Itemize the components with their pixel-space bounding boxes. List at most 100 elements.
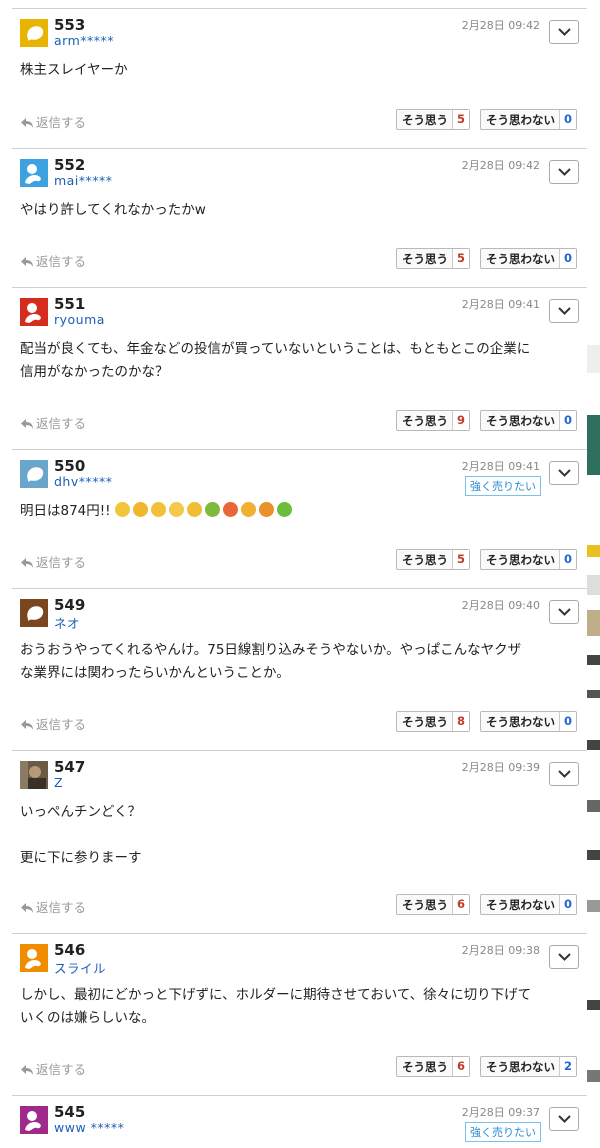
comment-body: 配当が良くても、年金などの投信が買っていないということは、もともとこの企業に 信用… (20, 338, 579, 384)
agree-button[interactable]: そう思う 8 (396, 711, 470, 732)
avatar[interactable] (20, 944, 48, 972)
post-menu-button[interactable] (549, 600, 579, 624)
reply-button[interactable]: 返信する (20, 1059, 86, 1078)
reply-button[interactable]: 返信する (20, 552, 86, 571)
post-date: 2月28日 09:40 (461, 599, 540, 612)
avatar[interactable] (20, 298, 48, 326)
username-link[interactable]: www ***** (54, 1120, 124, 1135)
avatar[interactable] (20, 159, 48, 187)
grimace-emoji-icon (168, 502, 184, 517)
comment-post: 553 arm***** 2月28日 09:42 株主スレイヤーか 返信する そう思う 5 そ… (12, 8, 587, 148)
reply-button[interactable]: 返信する (20, 413, 86, 432)
agree-count: 5 (452, 110, 469, 129)
comment-line: 更に下に参りまーす (20, 850, 142, 866)
reply-label: 返信する (36, 900, 87, 915)
comment-number[interactable]: 547 (54, 758, 85, 776)
post-date: 2月28日 09:41 (461, 298, 540, 311)
avatar[interactable] (20, 761, 48, 789)
post-menu-button[interactable] (549, 461, 579, 485)
comment-body: やはり許してくれなかったかw (20, 199, 579, 222)
agree-label: そう思う (402, 553, 448, 567)
avatar[interactable] (20, 599, 48, 627)
disagree-button[interactable]: そう思わない 0 (480, 109, 577, 130)
disagree-button[interactable]: そう思わない 0 (480, 410, 577, 431)
avatar[interactable] (20, 19, 48, 47)
comment-line: いくのは嫌らしいな。 (20, 1010, 155, 1026)
vote-buttons: そう思う 6 そう思わない 0 (396, 894, 577, 915)
smile-emoji-icon (186, 502, 202, 517)
comment-number[interactable]: 551 (54, 295, 85, 313)
vote-buttons: そう思う 5 そう思わない 0 (396, 109, 577, 130)
comment-number[interactable]: 550 (54, 457, 85, 475)
grin-emoji-icon (114, 502, 130, 517)
agree-button[interactable]: そう思う 5 (396, 109, 470, 130)
avatar[interactable] (20, 460, 48, 488)
comment-number[interactable]: 545 (54, 1103, 85, 1121)
disagree-label: そう思わない (486, 414, 555, 428)
comment-line: 明日は874円!! (20, 503, 111, 519)
username-link[interactable]: mai***** (54, 173, 113, 188)
reply-button[interactable]: 返信する (20, 897, 86, 916)
agree-button[interactable]: そう思う 5 (396, 248, 470, 269)
reply-button[interactable]: 返信する (20, 251, 86, 270)
comment-post: 551 ryouma 2月28日 09:41 配当が良くても、年金などの投信が買ってい… (12, 287, 587, 449)
disagree-button[interactable]: そう思わない 0 (480, 711, 577, 732)
reply-label: 返信する (36, 717, 87, 732)
comment-line: おうおうやってくれるやんけ。75日線割り込みそうやないか。やっぱこんなヤクザ (20, 642, 522, 658)
post-date: 2月28日 09:38 (461, 944, 540, 957)
right-edge-rail (587, 0, 600, 1148)
disagree-label: そう思わない (486, 715, 555, 729)
post-date: 2月28日 09:42 (461, 19, 540, 32)
rofl-emoji-icon (132, 502, 148, 517)
vote-buttons: そう思う 9 そう思わない 0 (396, 410, 577, 431)
agree-count: 6 (452, 1057, 469, 1076)
agree-button[interactable]: そう思う 5 (396, 549, 470, 570)
disagree-count: 0 (559, 110, 576, 129)
comment-number[interactable]: 553 (54, 16, 85, 34)
agree-button[interactable]: そう思う 9 (396, 410, 470, 431)
disagree-button[interactable]: そう思わない 0 (480, 894, 577, 915)
disagree-count: 0 (559, 550, 576, 569)
reply-button[interactable]: 返信する (20, 112, 86, 131)
comment-body: しかし、最初にどかっと下げずに、ホルダーに期待させておいて、徐々に切り下げて いく… (20, 984, 579, 1030)
avatar[interactable] (20, 1106, 48, 1134)
username-link[interactable]: スライル (54, 958, 106, 977)
agree-button[interactable]: そう思う 6 (396, 1056, 470, 1077)
vote-buttons: そう思う 6 そう思わない 2 (396, 1056, 577, 1077)
post-date: 2月28日 09:41 (461, 460, 540, 473)
post-menu-button[interactable] (549, 20, 579, 44)
disagree-button[interactable]: そう思わない 2 (480, 1056, 577, 1077)
vote-buttons: そう思う 5 そう思わない 0 (396, 248, 577, 269)
comment-post: 546 スライル 2月28日 09:38 しかし、最初にどかっと下げずに、ホルダーに期… (12, 933, 587, 1095)
username-link[interactable]: dhv***** (54, 474, 113, 489)
agree-button[interactable]: そう思う 6 (396, 894, 470, 915)
post-menu-button[interactable] (549, 762, 579, 786)
disagree-button[interactable]: そう思わない 0 (480, 248, 577, 269)
username-link[interactable]: Z (54, 775, 63, 790)
disagree-count: 2 (559, 1057, 576, 1076)
disagree-label: そう思わない (486, 1060, 555, 1074)
disagree-count: 0 (559, 712, 576, 731)
disagree-label: そう思わない (486, 113, 555, 127)
reply-button[interactable]: 返信する (20, 714, 86, 733)
comment-number[interactable]: 546 (54, 941, 85, 959)
post-menu-button[interactable] (549, 945, 579, 969)
reply-arrow-icon (20, 1062, 36, 1077)
comment-number[interactable]: 552 (54, 156, 85, 174)
username-link[interactable]: ryouma (54, 312, 105, 327)
comment-line: 株主スレイヤーか (20, 62, 128, 78)
comment-feed: 553 arm***** 2月28日 09:42 株主スレイヤーか 返信する そう思う 5 そ… (12, 8, 587, 1148)
comment-line: やはり許してくれなかったかw (20, 202, 206, 218)
username-link[interactable]: ネオ (54, 613, 80, 632)
comment-line: いっぺんチンどく？ (20, 804, 142, 820)
comment-number[interactable]: 549 (54, 596, 85, 614)
comment-body: おうおうやってくれるやんけ。75日線割り込みそうやないか。やっぱこんなヤクザ な業… (20, 639, 579, 685)
post-menu-button[interactable] (549, 1107, 579, 1131)
post-menu-button[interactable] (549, 160, 579, 184)
heart-eyes-emoji-icon (240, 502, 256, 517)
post-menu-button[interactable] (549, 299, 579, 323)
username-link[interactable]: arm***** (54, 33, 114, 48)
comment-body: 株主スレイヤーか (20, 59, 579, 82)
comment-line: しかし、最初にどかっと下げずに、ホルダーに期待させておいて、徐々に切り下げて (20, 987, 532, 1003)
disagree-button[interactable]: そう思わない 0 (480, 549, 577, 570)
